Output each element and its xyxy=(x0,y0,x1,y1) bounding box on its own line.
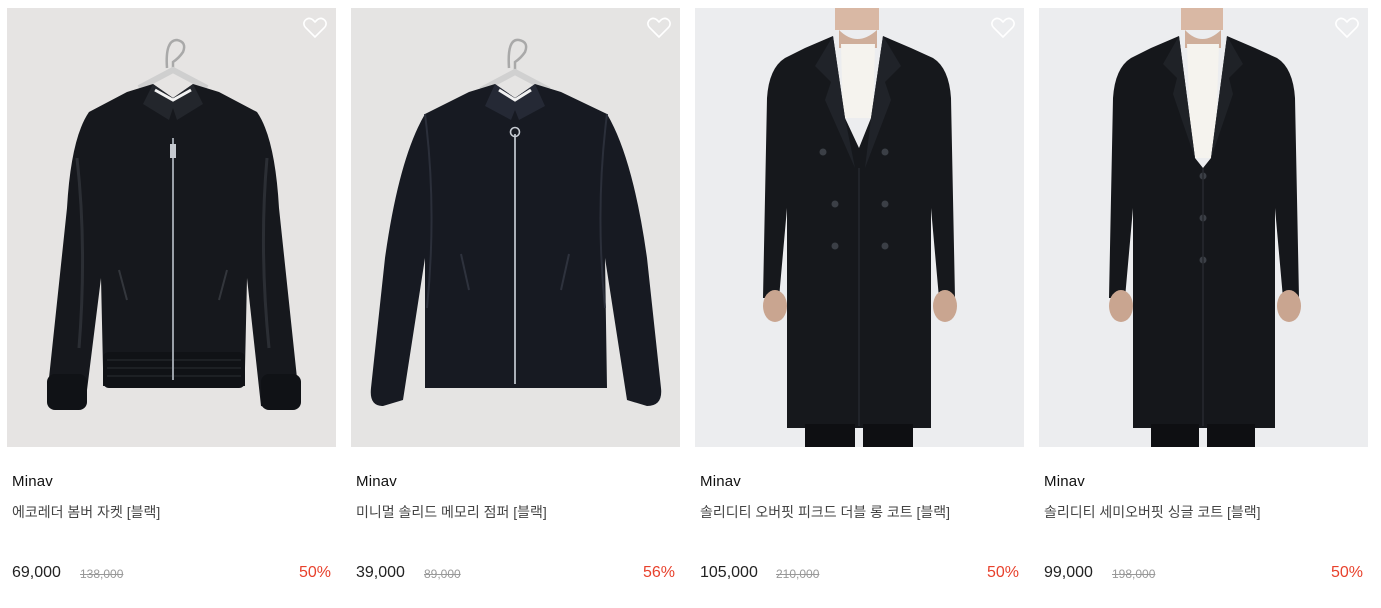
price-row: 39,000 89,000 56% xyxy=(356,564,675,584)
original-price: 210,000 xyxy=(776,567,820,581)
discount-rate: 50% xyxy=(298,564,331,581)
product-thumbnail[interactable] xyxy=(351,8,680,447)
double-breasted-long-coat-image xyxy=(695,8,1024,447)
sale-price: 39,000 xyxy=(356,564,405,581)
product-card[interactable]: Minav 솔리디티 오버핏 피크드 더블 롱 코트 [블랙] 105,000 … xyxy=(695,8,1024,600)
brand-name[interactable]: Minav xyxy=(700,473,741,490)
heart-icon[interactable] xyxy=(990,16,1016,40)
sale-price: 69,000 xyxy=(12,564,61,581)
sale-price: 105,000 xyxy=(700,564,758,581)
price-row: 105,000 210,000 50% xyxy=(700,564,1019,584)
product-thumbnail[interactable] xyxy=(1039,8,1368,447)
brand-name[interactable]: Minav xyxy=(12,473,53,490)
original-price: 198,000 xyxy=(1112,567,1156,581)
product-thumbnail[interactable] xyxy=(695,8,1024,447)
single-breasted-coat-image xyxy=(1039,8,1368,447)
product-thumbnail[interactable] xyxy=(7,8,336,447)
price-row: 69,000 138,000 50% xyxy=(12,564,331,584)
heart-icon[interactable] xyxy=(302,16,328,40)
product-name[interactable]: 솔리디티 오버핏 피크드 더블 롱 코트 [블랙] xyxy=(700,502,950,522)
brand-name[interactable]: Minav xyxy=(356,473,397,490)
discount-rate: 56% xyxy=(642,564,675,581)
brand-name[interactable]: Minav xyxy=(1044,473,1085,490)
product-card[interactable]: Minav 미니멀 솔리드 메모리 점퍼 [블랙] 39,000 89,000 … xyxy=(351,8,680,600)
original-price: 89,000 xyxy=(424,567,461,581)
product-name[interactable]: 미니멀 솔리드 메모리 점퍼 [블랙] xyxy=(356,502,547,522)
product-name[interactable]: 솔리디티 세미오버핏 싱글 코트 [블랙] xyxy=(1044,502,1261,522)
product-grid: Minav 에코레더 봄버 자켓 [블랙] 69,000 138,000 50% xyxy=(0,0,1381,608)
price-row: 99,000 198,000 50% xyxy=(1044,564,1363,584)
heart-icon[interactable] xyxy=(1334,16,1360,40)
heart-icon[interactable] xyxy=(646,16,672,40)
memory-zip-jumper-image xyxy=(351,8,680,447)
leather-bomber-jacket-image xyxy=(7,8,336,447)
original-price: 138,000 xyxy=(80,567,124,581)
product-card[interactable]: Minav 솔리디티 세미오버핏 싱글 코트 [블랙] 99,000 198,0… xyxy=(1039,8,1368,600)
sale-price: 99,000 xyxy=(1044,564,1093,581)
discount-rate: 50% xyxy=(986,564,1019,581)
product-name[interactable]: 에코레더 봄버 자켓 [블랙] xyxy=(12,502,160,522)
product-card[interactable]: Minav 에코레더 봄버 자켓 [블랙] 69,000 138,000 50% xyxy=(7,8,336,600)
discount-rate: 50% xyxy=(1330,564,1363,581)
